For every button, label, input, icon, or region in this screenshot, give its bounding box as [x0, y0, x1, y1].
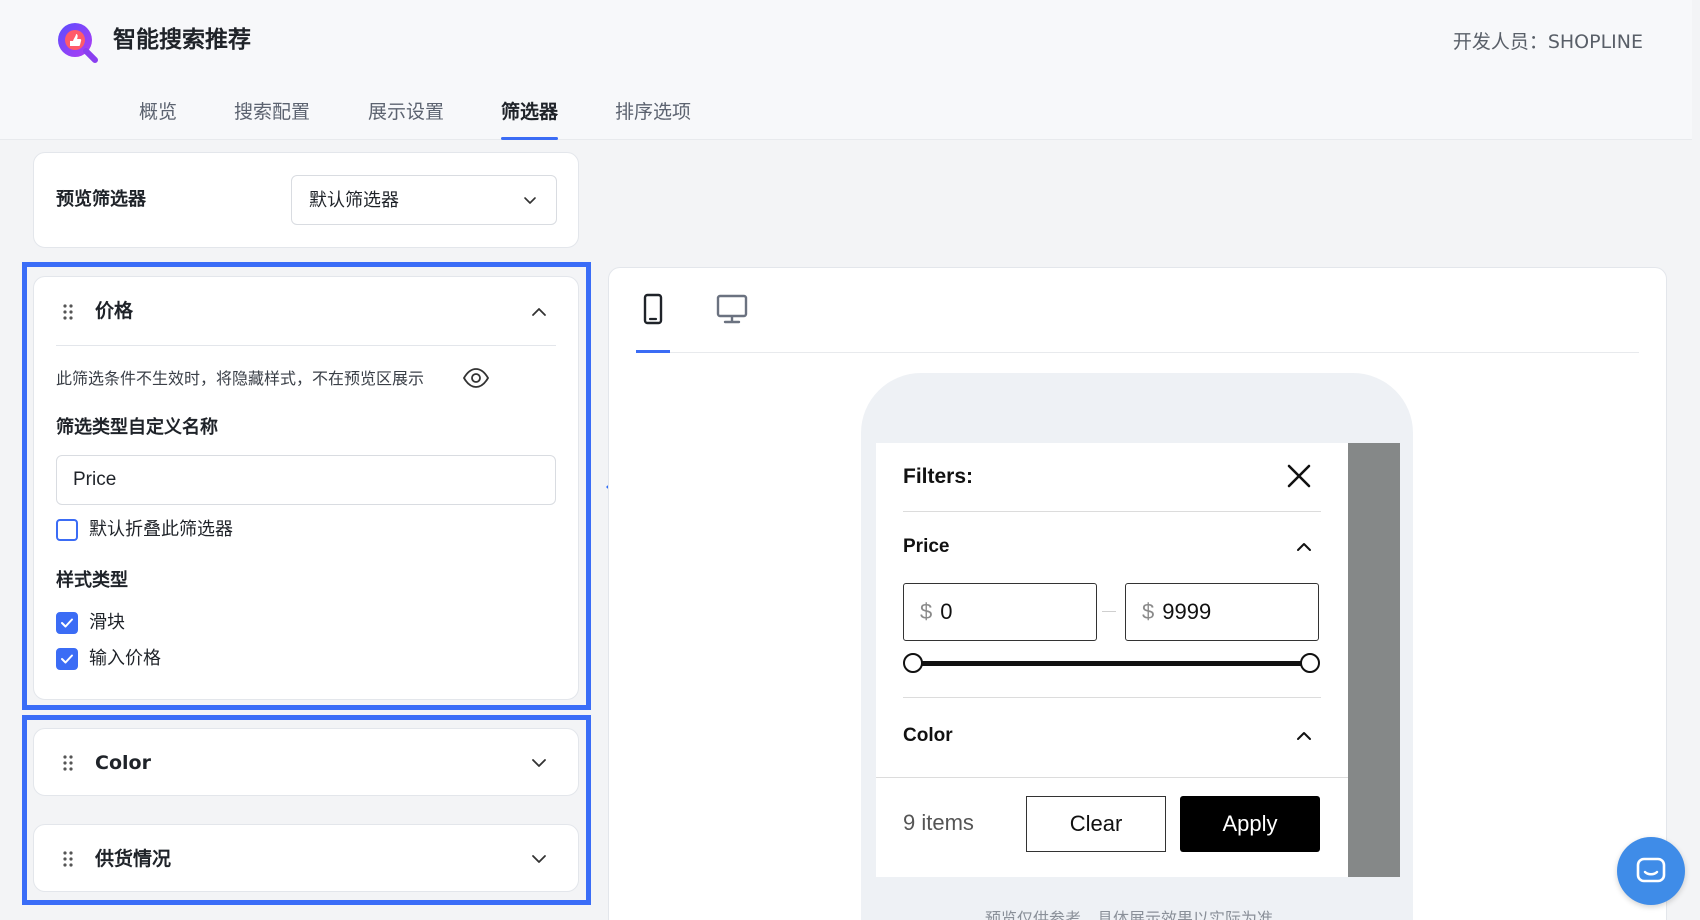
chevron-down-icon[interactable]: [530, 754, 548, 772]
items-count: 9 items: [903, 810, 974, 835]
app-title: 智能搜索推荐: [113, 27, 251, 53]
chevron-up-icon[interactable]: [1295, 727, 1313, 745]
tab-display-settings[interactable]: 展示设置: [368, 98, 444, 126]
input-price-checkbox[interactable]: [56, 648, 78, 670]
currency-symbol: $: [1142, 599, 1155, 624]
mobile-icon[interactable]: [636, 292, 670, 326]
tab-overview[interactable]: 概览: [139, 98, 177, 126]
eye-icon[interactable]: [462, 366, 490, 390]
price-max-input[interactable]: $9999: [1125, 583, 1319, 641]
filters-drawer: Filters: Price $0 $9999 Color 9 items Cl…: [876, 443, 1348, 877]
divider: [903, 511, 1321, 512]
main-tabs: 概览 搜索配置 展示设置 筛选器 排序选项: [0, 84, 1700, 140]
color-filter-title: Color: [95, 752, 151, 774]
supply-filter-card[interactable]: 供货情况: [33, 824, 579, 892]
price-min-value: 0: [940, 599, 953, 624]
chevron-down-icon: [524, 197, 536, 204]
drag-handle-icon[interactable]: [62, 754, 74, 772]
slider-option-label: 滑块: [89, 612, 125, 633]
clear-button[interactable]: Clear: [1026, 796, 1166, 852]
drag-handle-icon[interactable]: [62, 303, 74, 321]
custom-name-input[interactable]: [56, 455, 556, 505]
collapse-default-checkbox[interactable]: [56, 519, 78, 541]
range-dash: [1102, 611, 1116, 612]
drawer-title: Filters:: [903, 465, 974, 488]
price-slider-max-handle[interactable]: [1300, 653, 1320, 673]
preview-filter-card: 预览筛选器 默认筛选器: [33, 152, 579, 248]
divider: [56, 345, 556, 346]
custom-name-label: 筛选类型自定义名称: [56, 417, 218, 438]
price-filter-card: 价格 此筛选条件不生效时，将隐藏样式，不在预览区展示 筛选类型自定义名称 默认折…: [33, 276, 579, 700]
chevron-up-icon[interactable]: [530, 303, 548, 321]
apply-button[interactable]: Apply: [1180, 796, 1320, 852]
price-filter-title: 价格: [95, 300, 134, 322]
desktop-icon[interactable]: [715, 292, 749, 326]
price-slider-track[interactable]: [912, 661, 1312, 666]
top-bar: 智能搜索推荐 开发人员：SHOPLINE: [0, 0, 1700, 84]
style-type-label: 样式类型: [56, 570, 128, 591]
chat-button[interactable]: [1617, 837, 1685, 905]
style-option-slider-row[interactable]: 滑块: [56, 610, 125, 636]
preview-filter-value: 默认筛选器: [309, 190, 399, 211]
drawer-price-heading: Price: [903, 536, 950, 557]
inactive-hint-text: 此筛选条件不生效时，将隐藏样式，不在预览区展示: [56, 369, 425, 388]
chat-icon: [1636, 857, 1666, 883]
developer-label: 开发人员：SHOPLINE: [1452, 31, 1643, 53]
collapse-default-checkbox-row[interactable]: 默认折叠此筛选器: [56, 517, 233, 543]
tab-sort-options[interactable]: 排序选项: [615, 98, 691, 126]
preview-note: 预览仅供参考，具体展示效果以实际为准: [985, 909, 1274, 920]
tab-search-config[interactable]: 搜索配置: [234, 98, 310, 126]
drawer-color-heading: Color: [903, 725, 953, 746]
divider: [876, 777, 1348, 778]
style-option-input-row[interactable]: 输入价格: [56, 646, 161, 672]
preview-filter-select[interactable]: 默认筛选器: [291, 175, 557, 225]
close-icon[interactable]: [1286, 463, 1312, 489]
input-price-option-label: 输入价格: [89, 648, 161, 669]
price-slider-min-handle[interactable]: [903, 653, 923, 673]
drag-handle-icon[interactable]: [62, 850, 74, 868]
app-logo-icon: [58, 23, 98, 63]
price-max-value: 9999: [1162, 599, 1212, 624]
divider: [636, 352, 1639, 353]
chevron-down-icon[interactable]: [530, 850, 548, 868]
tab-filters[interactable]: 筛选器: [501, 98, 559, 140]
mobile-tab-indicator: [636, 350, 670, 353]
page-scrollbar[interactable]: [1692, 0, 1700, 920]
chevron-up-icon[interactable]: [1295, 538, 1313, 556]
preview-filter-label: 预览筛选器: [56, 189, 146, 210]
supply-filter-title: 供货情况: [95, 848, 172, 870]
color-filter-card[interactable]: Color: [33, 728, 579, 796]
price-min-input[interactable]: $0: [903, 583, 1097, 641]
collapse-default-label: 默认折叠此筛选器: [89, 519, 233, 540]
overlay-backdrop: [1348, 443, 1400, 877]
divider: [903, 697, 1321, 698]
currency-symbol: $: [920, 599, 933, 624]
slider-checkbox[interactable]: [56, 612, 78, 634]
